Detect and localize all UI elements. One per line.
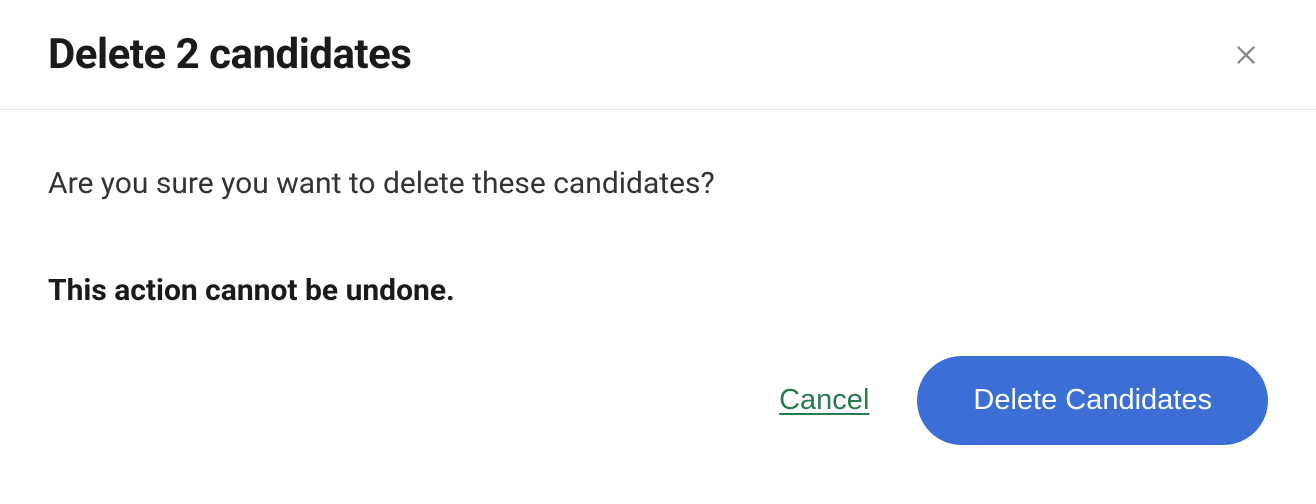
modal-body: Are you sure you want to delete these ca… (0, 110, 1316, 332)
confirmation-message: Are you sure you want to delete these ca… (48, 166, 1268, 201)
cancel-button[interactable]: Cancel (779, 384, 869, 417)
close-icon (1232, 41, 1260, 69)
modal-title: Delete 2 candidates (48, 30, 411, 79)
modal-header: Delete 2 candidates (0, 0, 1316, 110)
delete-candidates-button[interactable]: Delete Candidates (917, 356, 1268, 445)
delete-candidates-modal: Delete 2 candidates Are you sure you wan… (0, 0, 1316, 504)
modal-footer: Cancel Delete Candidates (0, 332, 1316, 485)
warning-message: This action cannot be undone. (48, 273, 1268, 308)
close-button[interactable] (1224, 33, 1268, 77)
